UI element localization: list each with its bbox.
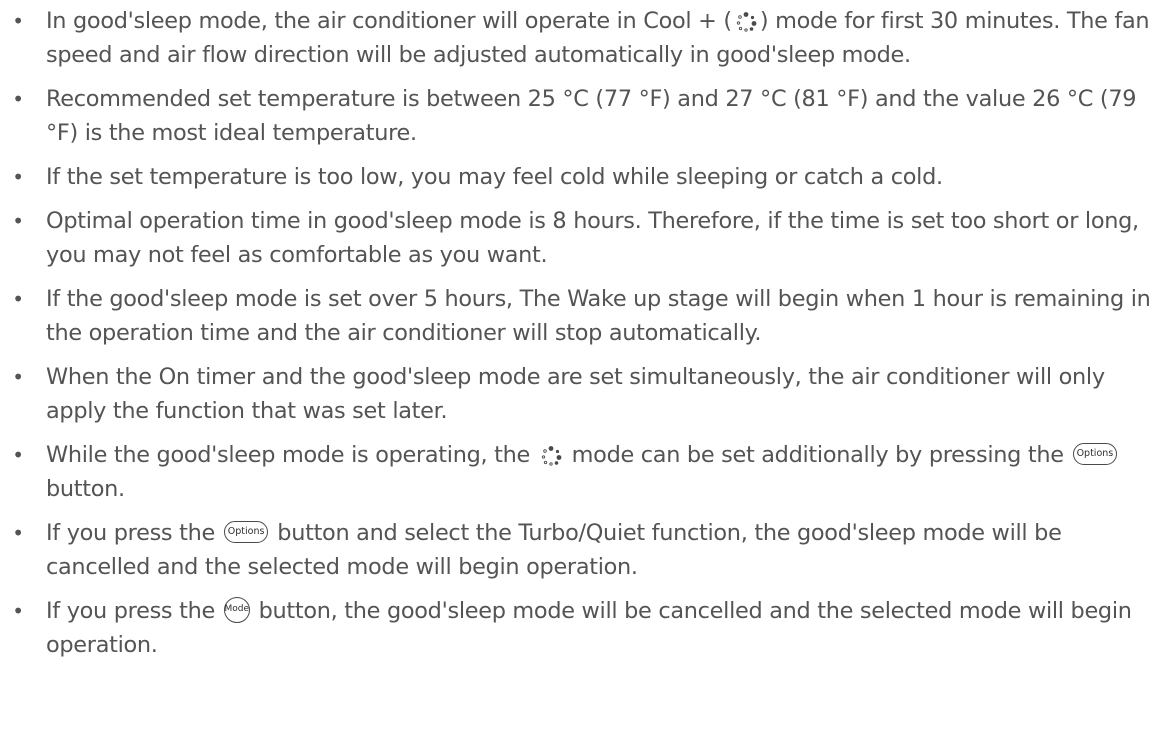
note-item-options-turbo-quiet: • If you press the Options button and se…: [0, 516, 1160, 584]
bullet: •: [12, 9, 24, 33]
note-item-on-timer: • When the On timer and the good'sleep m…: [0, 360, 1160, 428]
options-button-icon: Options: [223, 520, 269, 543]
options-button-icon: Options: [1072, 442, 1118, 465]
note-text: In good'sleep mode, the air conditioner …: [46, 8, 732, 34]
note-item-wake-up-stage: • If the good'sleep mode is set over 5 h…: [0, 282, 1160, 350]
note-text: While the good'sleep mode is operating, …: [46, 442, 530, 468]
note-text: If the set temperature is too low, you m…: [46, 164, 943, 190]
note-text: Recommended set temperature is between 2…: [46, 86, 1137, 146]
note-text: If you press the: [46, 520, 215, 546]
note-text: mode can be set additionally by pressing…: [571, 442, 1064, 468]
note-text: If the good'sleep mode is set over 5 hou…: [46, 286, 1151, 346]
bullet: •: [12, 443, 24, 467]
note-text: If you press the: [46, 598, 215, 624]
bullet: •: [12, 521, 24, 545]
good-sleep-notes-list: • In good'sleep mode, the air conditione…: [0, 4, 1160, 672]
bullet: •: [12, 287, 24, 311]
note-item-low-temperature: • If the set temperature is too low, you…: [0, 160, 1160, 194]
note-item-options-additional: • While the good'sleep mode is operating…: [0, 438, 1160, 506]
note-text: button.: [46, 476, 125, 502]
note-item-recommended-temperature: • Recommended set temperature is between…: [0, 82, 1160, 150]
note-item-operation-time: • Optimal operation time in good'sleep m…: [0, 204, 1160, 272]
bullet: •: [12, 599, 24, 623]
note-text: When the On timer and the good'sleep mod…: [46, 364, 1105, 424]
good-sleep-mode-icon: [540, 445, 562, 467]
bullet: •: [12, 209, 24, 233]
bullet: •: [12, 87, 24, 111]
bullet: •: [12, 165, 24, 189]
note-text: Optimal operation time in good'sleep mod…: [46, 208, 1139, 268]
bullet: •: [12, 365, 24, 389]
note-item-cool-mode: • In good'sleep mode, the air conditione…: [0, 4, 1160, 72]
good-sleep-mode-icon: [735, 11, 757, 33]
note-item-mode-button: • If you press the Mode button, the good…: [0, 594, 1160, 662]
mode-button-icon: Mode: [223, 596, 250, 623]
